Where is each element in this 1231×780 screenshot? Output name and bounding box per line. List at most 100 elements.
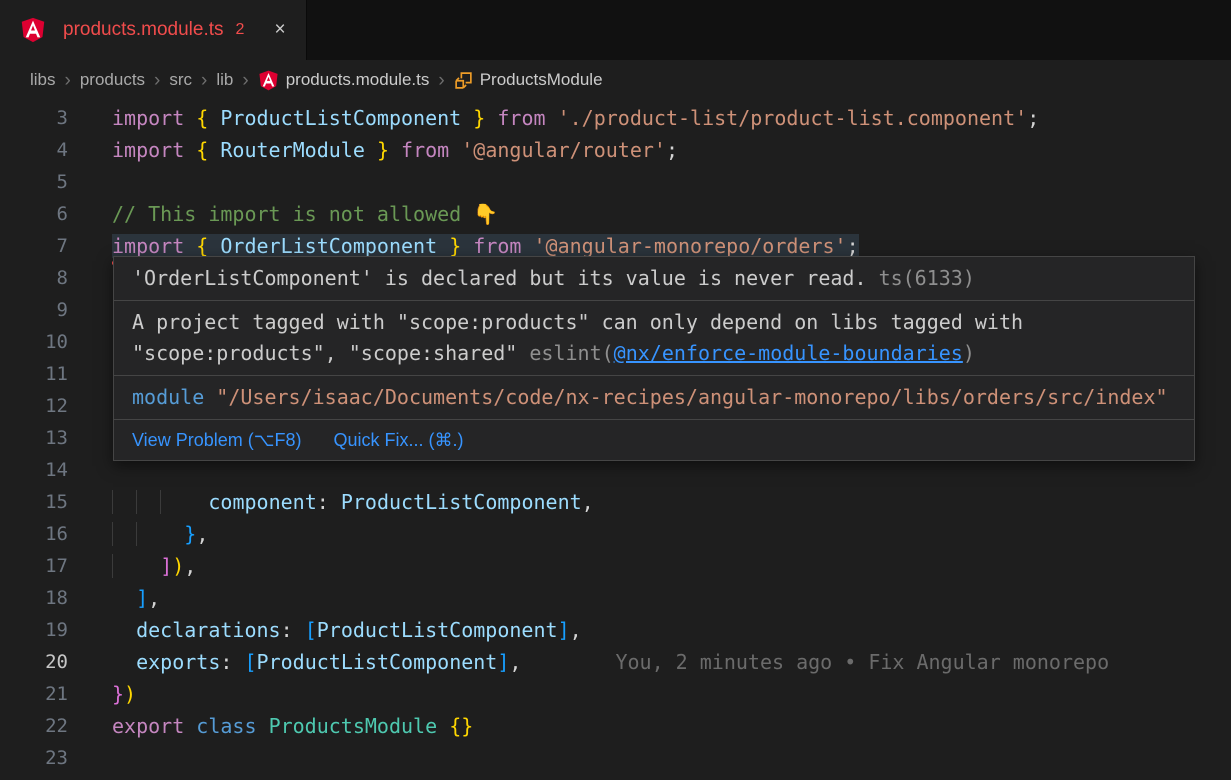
- code-token: [461, 234, 473, 258]
- view-problem-button[interactable]: View Problem (⌥F8): [132, 427, 301, 453]
- chevron-right-icon: ›: [438, 71, 444, 90]
- breadcrumb-item-src[interactable]: src: [169, 70, 192, 90]
- breadcrumb-item-file[interactable]: products.module.ts: [286, 70, 430, 90]
- line-number[interactable]: 13: [0, 422, 68, 454]
- line-number[interactable]: 23: [0, 742, 68, 774]
- code-line[interactable]: 21}): [0, 678, 1231, 710]
- line-number[interactable]: 22: [0, 710, 68, 742]
- line-number[interactable]: 4: [0, 134, 68, 166]
- line-number[interactable]: 8: [0, 262, 68, 294]
- code-token: :: [281, 618, 305, 642]
- code-token: exports: [136, 650, 220, 674]
- code-token: [184, 106, 196, 130]
- code-token: [208, 106, 220, 130]
- line-number[interactable]: 16: [0, 518, 68, 550]
- code-line[interactable]: 20 exports: [ProductListComponent],You, …: [0, 646, 1231, 678]
- code-line[interactable]: 5: [0, 166, 1231, 198]
- breadcrumb-item-products[interactable]: products: [80, 70, 145, 90]
- code-token: import: [112, 106, 184, 130]
- code-token: [449, 138, 461, 162]
- code-token: ,: [509, 650, 521, 674]
- code-token: [112, 650, 136, 674]
- code-token: export: [112, 714, 184, 738]
- code-line[interactable]: 23: [0, 742, 1231, 774]
- code-token: ]: [136, 586, 148, 610]
- code-token: }: [377, 138, 389, 162]
- breadcrumb-item-symbol[interactable]: ProductsModule: [480, 70, 603, 90]
- code-token: [160, 490, 184, 514]
- tab-products-module[interactable]: products.module.ts 2 ×: [0, 0, 307, 60]
- code-line[interactable]: 16 },: [0, 518, 1231, 550]
- tab-error-count-badge: 2: [236, 21, 245, 39]
- line-number[interactable]: 20: [0, 646, 68, 678]
- code-line[interactable]: 18 ],: [0, 582, 1231, 614]
- code-token: ProductListComponent: [257, 650, 498, 674]
- line-number[interactable]: 19: [0, 614, 68, 646]
- code-token: [112, 490, 136, 514]
- code-line[interactable]: 15 component: ProductListComponent,: [0, 486, 1231, 518]
- code-token: ]: [160, 554, 172, 578]
- close-icon[interactable]: ×: [270, 17, 289, 43]
- line-number[interactable]: 10: [0, 326, 68, 358]
- line-number[interactable]: 12: [0, 390, 68, 422]
- chevron-right-icon: ›: [201, 71, 207, 90]
- quick-fix-button[interactable]: Quick Fix... (⌘.): [333, 427, 463, 453]
- code-token: {: [196, 106, 208, 130]
- code-token: ;: [1027, 106, 1039, 130]
- code-token: :: [317, 490, 341, 514]
- code-token: [365, 138, 377, 162]
- eslint-rule-link[interactable]: @nx/enforce-module-boundaries: [614, 341, 963, 365]
- line-number[interactable]: 17: [0, 550, 68, 582]
- line-number[interactable]: 15: [0, 486, 68, 518]
- line-number[interactable]: 18: [0, 582, 68, 614]
- code-line[interactable]: 3import { ProductListComponent } from '.…: [0, 102, 1231, 134]
- diagnostic-source: ): [963, 341, 975, 365]
- code-line[interactable]: 17 ]),: [0, 550, 1231, 582]
- code-token: class: [196, 714, 256, 738]
- code-token: component: [208, 490, 316, 514]
- code-line[interactable]: 6 // This import is not allowed 👇: [0, 198, 1231, 230]
- chevron-right-icon: ›: [65, 71, 71, 90]
- angular-icon: [20, 17, 46, 43]
- code-token: [136, 554, 160, 578]
- code-token: RouterModule: [220, 138, 365, 162]
- code-token: ]: [558, 618, 570, 642]
- hover-popup: 'OrderListComponent' is declared but its…: [113, 256, 1195, 461]
- code-line[interactable]: 22export class ProductsModule {}: [0, 710, 1231, 742]
- code-token: [112, 554, 136, 578]
- line-number[interactable]: 6: [0, 198, 68, 230]
- line-number[interactable]: 21: [0, 678, 68, 710]
- code-token: [437, 714, 449, 738]
- breadcrumb-item-lib[interactable]: lib: [216, 70, 233, 90]
- code-token: [: [305, 618, 317, 642]
- code-token: ]: [497, 650, 509, 674]
- module-quick-info: module "/Users/isaac/Documents/code/nx-r…: [114, 376, 1194, 420]
- code-line[interactable]: 19 declarations: [ProductListComponent],: [0, 614, 1231, 646]
- code-editor: 3import { ProductListComponent } from '.…: [0, 100, 1231, 780]
- chevron-right-icon: ›: [154, 71, 160, 90]
- breadcrumb-item-libs[interactable]: libs: [30, 70, 56, 90]
- line-number[interactable]: 7: [0, 230, 68, 262]
- diagnostic-source: ts(6133): [879, 266, 975, 290]
- code-token: [136, 490, 160, 514]
- line-number[interactable]: 14: [0, 454, 68, 486]
- code-token: {: [196, 138, 208, 162]
- line-number[interactable]: 11: [0, 358, 68, 390]
- code-line[interactable]: 4import { RouterModule } from '@angular/…: [0, 134, 1231, 166]
- line-number[interactable]: 5: [0, 166, 68, 198]
- code-token: // This import is not allowed 👇: [112, 202, 498, 226]
- code-token: ,: [148, 586, 160, 610]
- code-token: }: [184, 522, 196, 546]
- code-token: ProductListComponent: [317, 618, 558, 642]
- code-token: [160, 522, 184, 546]
- diagnostic-message-ts: 'OrderListComponent' is declared but its…: [114, 257, 1194, 301]
- line-number[interactable]: 9: [0, 294, 68, 326]
- code-token: ProductListComponent: [220, 106, 461, 130]
- code-token: import: [112, 138, 184, 162]
- diagnostic-highlight: import { OrderListComponent } from '@ang…: [112, 234, 859, 258]
- diagnostic-source: eslint(: [529, 341, 613, 365]
- code-token: '@angular-monorepo/orders': [534, 234, 847, 258]
- code-token: import: [112, 234, 184, 258]
- line-number[interactable]: 3: [0, 102, 68, 134]
- code-token: [184, 714, 196, 738]
